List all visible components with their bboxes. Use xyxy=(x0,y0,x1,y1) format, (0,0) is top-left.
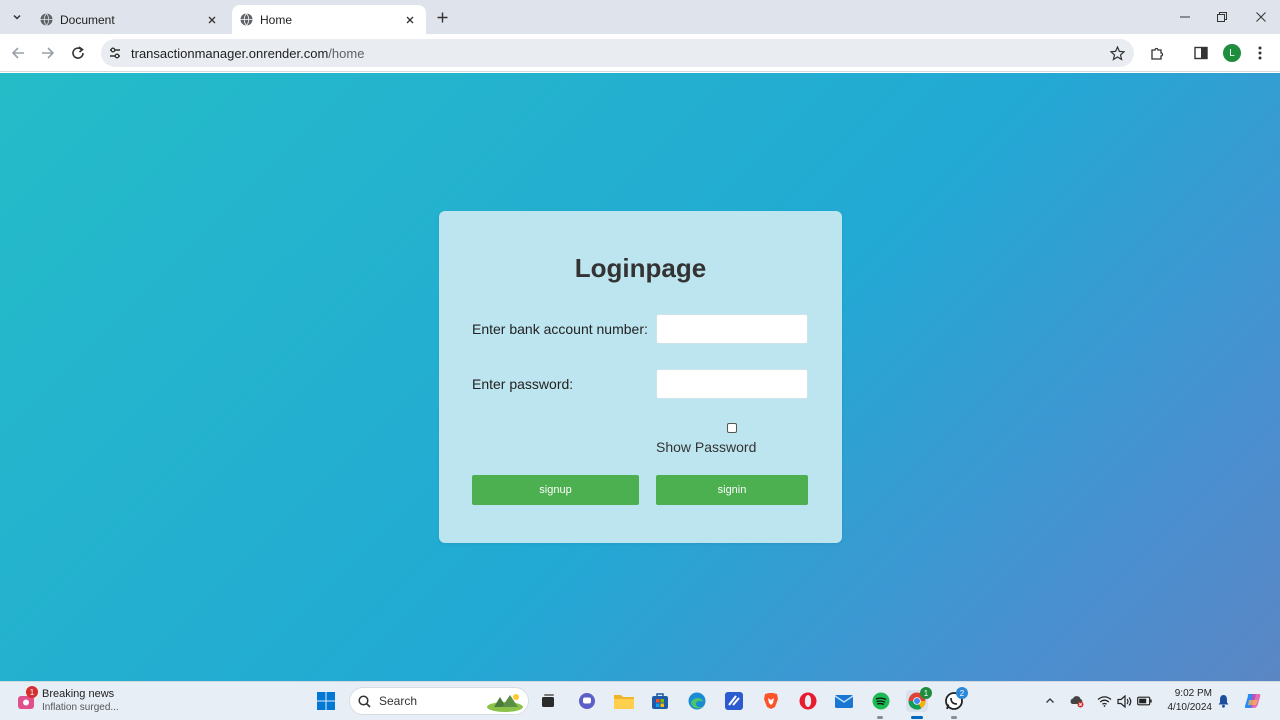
tab-document[interactable]: Document xyxy=(32,5,228,34)
onedrive-icon[interactable] xyxy=(1069,693,1085,709)
whatsapp-badge: 2 xyxy=(956,687,968,699)
opera-browser-icon[interactable] xyxy=(797,690,819,712)
account-number-input[interactable] xyxy=(656,314,808,344)
plus-icon xyxy=(437,12,447,22)
url-path: /home xyxy=(328,45,365,61)
start-button[interactable] xyxy=(315,690,337,712)
more-vertical-icon xyxy=(1258,46,1262,60)
search-highlight-icon xyxy=(487,694,523,712)
browser-menu-button[interactable] xyxy=(1249,42,1271,64)
taskbar-search[interactable]: Search xyxy=(349,687,529,715)
news-subtitle[interactable]: Inflation surged... xyxy=(42,702,119,713)
tab-strip: Document Home xyxy=(0,0,1280,34)
copilot-icon[interactable] xyxy=(1243,691,1263,711)
clock-date[interactable]: 4/10/2024 xyxy=(1160,702,1213,713)
globe-icon xyxy=(240,13,253,26)
back-button[interactable] xyxy=(7,42,29,64)
site-info-icon[interactable] xyxy=(101,39,129,67)
tab-search-button[interactable] xyxy=(7,7,27,27)
file-explorer-icon[interactable] xyxy=(613,690,635,712)
browser-toolbar: transactionmanager.onrender.com/home xyxy=(0,34,1280,72)
signup-button[interactable]: signup xyxy=(472,475,639,505)
login-card: Loginpage Enter bank account number: Ent… xyxy=(439,211,842,543)
show-password-checkbox[interactable] xyxy=(727,423,737,433)
profile-avatar[interactable]: L xyxy=(1223,44,1241,62)
globe-icon xyxy=(40,13,53,26)
arrow-right-icon xyxy=(42,47,55,59)
tab-title: Home xyxy=(260,12,293,27)
close-icon[interactable] xyxy=(400,10,420,30)
chrome-profile-badge: 1 xyxy=(920,687,932,699)
extensions-button[interactable] xyxy=(1146,42,1168,64)
page-title: Loginpage xyxy=(574,253,707,283)
page-viewport: Loginpage Enter bank account number: Ent… xyxy=(0,73,1280,681)
reload-button[interactable] xyxy=(67,42,89,64)
reload-icon xyxy=(72,46,84,59)
search-icon xyxy=(358,694,371,708)
microsoft-store-icon[interactable] xyxy=(649,690,671,712)
forward-button[interactable] xyxy=(37,42,59,64)
password-input[interactable] xyxy=(656,369,808,399)
address-bar[interactable]: transactionmanager.onrender.com/home xyxy=(101,39,1134,67)
url-text: transactionmanager.onrender.com/home xyxy=(131,46,364,61)
windows-taskbar: 1 Breaking news Inflation surged... Sear… xyxy=(0,681,1280,720)
running-indicator xyxy=(951,716,957,719)
teams-chat-icon[interactable] xyxy=(576,690,598,712)
account-number-label: Enter bank account number: xyxy=(472,321,648,337)
chevron-down-icon xyxy=(13,14,21,20)
clock-time[interactable]: 9:02 PM xyxy=(1172,688,1212,699)
side-panel-button[interactable] xyxy=(1190,42,1212,64)
edge-browser-icon[interactable] xyxy=(686,690,708,712)
arrow-left-icon xyxy=(11,47,24,59)
signin-button[interactable]: signin xyxy=(656,475,808,505)
running-indicator xyxy=(877,716,883,719)
minimize-icon xyxy=(1180,16,1190,18)
volume-icon[interactable] xyxy=(1116,693,1132,709)
close-icon xyxy=(1256,12,1266,22)
vscode-icon[interactable] xyxy=(723,690,745,712)
task-view-icon[interactable] xyxy=(537,690,559,712)
password-label: Enter password: xyxy=(472,376,574,392)
restore-button[interactable] xyxy=(1210,6,1234,28)
tab-title: Document xyxy=(60,12,115,27)
brave-browser-icon[interactable] xyxy=(760,690,782,712)
puzzle-icon xyxy=(1150,47,1163,60)
news-badge: 1 xyxy=(26,686,38,698)
news-title[interactable]: Breaking news xyxy=(42,688,114,700)
close-window-button[interactable] xyxy=(1249,6,1273,28)
spotify-icon[interactable] xyxy=(870,690,892,712)
url-host: transactionmanager.onrender.com xyxy=(131,45,329,61)
tab-home[interactable]: Home xyxy=(232,5,426,34)
bookmark-star-icon[interactable] xyxy=(1108,44,1126,62)
new-tab-button[interactable] xyxy=(432,7,452,27)
minimize-button[interactable] xyxy=(1173,6,1197,28)
chevron-up-icon[interactable] xyxy=(1042,693,1058,709)
wifi-icon[interactable] xyxy=(1096,693,1112,709)
mail-icon[interactable] xyxy=(833,690,855,712)
notification-bell-icon[interactable] xyxy=(1215,693,1231,709)
battery-icon[interactable] xyxy=(1136,693,1152,709)
search-label: Search xyxy=(379,694,418,708)
side-panel-icon xyxy=(1194,46,1208,60)
restore-icon xyxy=(1217,12,1227,22)
running-indicator-active xyxy=(911,716,923,719)
show-password-label: Show Password xyxy=(656,439,757,455)
close-icon[interactable] xyxy=(202,10,222,30)
windows-logo-icon xyxy=(317,692,335,710)
